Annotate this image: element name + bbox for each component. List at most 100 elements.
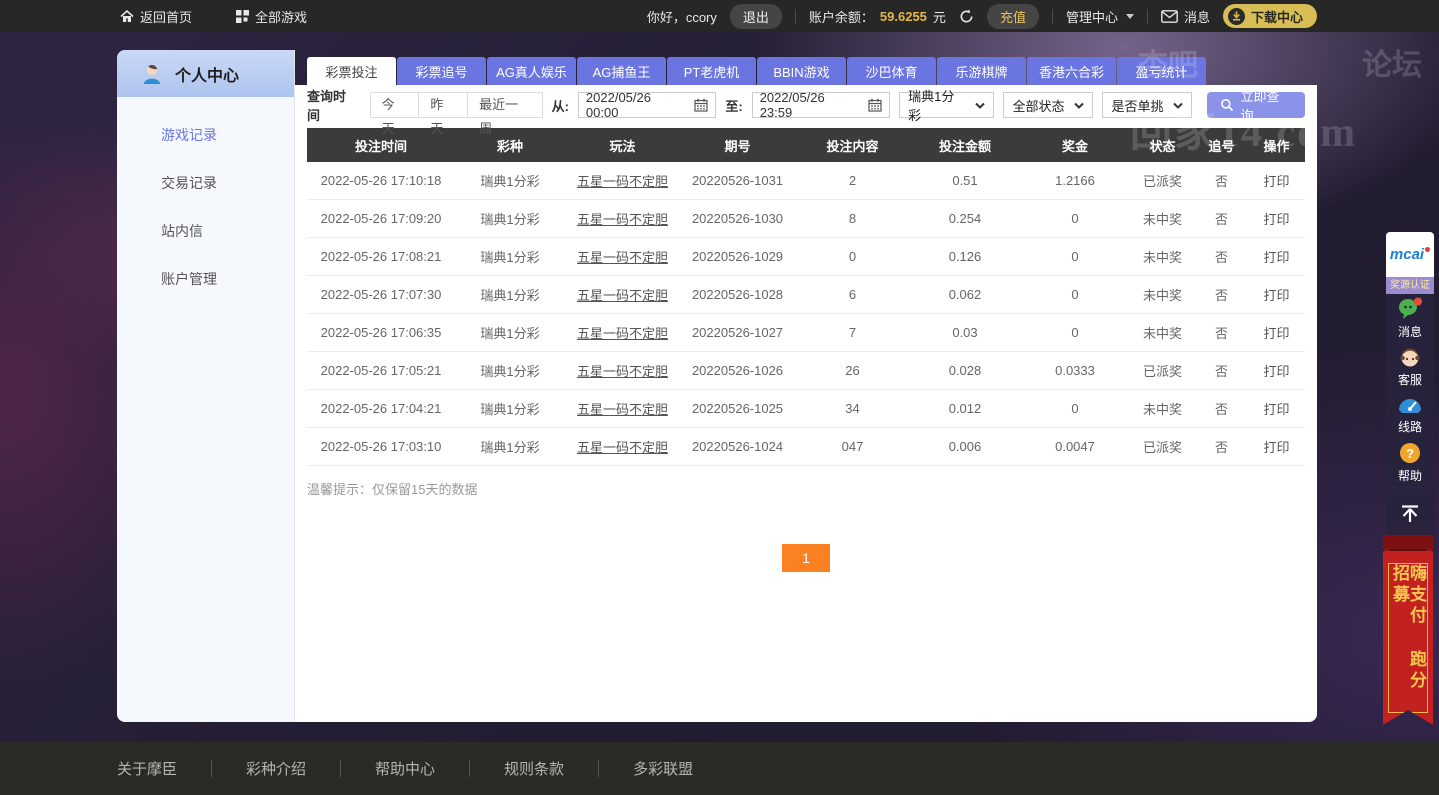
query-time-label: 查询时间	[307, 89, 347, 123]
play-link[interactable]: 五星一码不定胆	[577, 440, 668, 455]
float-item-label: 消息	[1397, 324, 1422, 339]
footer-link[interactable]: 帮助中心	[341, 758, 469, 779]
watermark-right: 论坛	[1362, 49, 1422, 82]
download-center-button[interactable]: 下载中心	[1222, 4, 1317, 28]
cell-amount: 0.51	[910, 162, 1020, 200]
recharge-button[interactable]: 充值	[986, 3, 1039, 29]
cell-play: 五星一码不定胆	[565, 427, 680, 466]
promo-banner[interactable]: 嗨支付 跑分招募	[1383, 535, 1433, 725]
envelope-icon	[1161, 9, 1178, 23]
tab-item[interactable]: 乐游棋牌	[937, 57, 1026, 85]
date-to-input[interactable]: 2022/05/26 23:59	[751, 90, 891, 120]
float-item-线路[interactable]: 线路	[1386, 390, 1434, 438]
sidebar-title: 个人中心	[175, 67, 240, 85]
quick-range-button[interactable]: 最近一周	[467, 92, 543, 136]
float-item-label: 线路	[1397, 419, 1422, 434]
float-item-客服[interactable]: 客服	[1386, 342, 1434, 390]
cell-bet-time: 2022-05-26 17:06:35	[307, 313, 455, 352]
tab-item[interactable]: PT老虎机	[667, 57, 756, 85]
footer-link[interactable]: 规则条款	[470, 758, 598, 779]
tab-item[interactable]: 沙巴体育	[847, 57, 936, 85]
footer-link[interactable]: 彩种介绍	[212, 758, 340, 779]
play-link[interactable]: 五星一码不定胆	[577, 326, 668, 341]
cell-status: 未中奖	[1130, 275, 1195, 314]
tab-item[interactable]: AG捕鱼王	[577, 57, 666, 85]
cell-chase: 否	[1195, 199, 1248, 238]
cell-status: 未中奖	[1130, 389, 1195, 428]
footer-link[interactable]: 关于摩臣	[117, 758, 211, 779]
play-link[interactable]: 五星一码不定胆	[577, 174, 668, 189]
grid-icon	[236, 9, 250, 23]
table-row: 2022-05-26 17:09:20 瑞典1分彩 五星一码不定胆 20220526-…	[307, 199, 1305, 238]
calendar-icon	[694, 98, 708, 112]
messages-link[interactable]: 消息	[1161, 7, 1210, 26]
float-item-帮助[interactable]: ? 帮助	[1386, 438, 1434, 486]
print-link[interactable]: 打印	[1263, 440, 1289, 455]
cert-logo[interactable]: mcai	[1386, 232, 1434, 277]
tab-item[interactable]: AG真人娱乐	[487, 57, 576, 85]
table-header-cell: 玩法	[565, 128, 680, 162]
tab-item[interactable]: BBIN游戏	[757, 57, 846, 85]
date-from-input[interactable]: 2022/05/26 00:00	[577, 90, 717, 120]
balance-group: 账户余额： 59.6255 元	[809, 7, 946, 26]
quick-range-button[interactable]: 昨天	[418, 92, 469, 136]
play-link[interactable]: 五星一码不定胆	[577, 250, 668, 265]
cell-prize: 0	[1020, 389, 1130, 428]
play-link[interactable]: 五星一码不定胆	[577, 212, 668, 227]
cell-chase: 否	[1195, 351, 1248, 390]
play-link[interactable]: 五星一码不定胆	[577, 288, 668, 303]
download-center-label: 下载中心	[1250, 9, 1303, 25]
play-link[interactable]: 五星一码不定胆	[577, 364, 668, 379]
float-item-消息[interactable]: 消息	[1386, 294, 1434, 342]
table-header-cell: 彩种	[455, 128, 565, 162]
print-link[interactable]: 打印	[1263, 212, 1289, 227]
cell-prize: 0	[1020, 275, 1130, 314]
back-to-top-button[interactable]	[1386, 490, 1434, 538]
filter-select[interactable]: 全部状态	[1003, 92, 1094, 118]
home-icon	[120, 9, 134, 23]
sidebar-item[interactable]: 账户管理	[117, 255, 294, 303]
print-link[interactable]: 打印	[1263, 364, 1289, 379]
filter-select[interactable]: 瑞典1分彩	[899, 89, 995, 123]
cell-status: 未中奖	[1130, 237, 1195, 276]
play-link[interactable]: 五星一码不定胆	[577, 402, 668, 417]
filter-select[interactable]: 是否单挑	[1102, 92, 1193, 118]
float-items: 消息客服线路 ? 帮助	[1386, 294, 1434, 486]
refresh-icon[interactable]	[959, 8, 974, 24]
quick-range-group: 今天 昨天 最近一周	[369, 92, 543, 136]
tab-item[interactable]: 彩票追号	[397, 57, 486, 85]
admin-center-menu[interactable]: 管理中心	[1066, 7, 1134, 26]
balance-unit: 元	[932, 9, 946, 25]
all-games-link[interactable]: 全部游戏	[236, 7, 307, 26]
tab-item[interactable]: 香港六合彩	[1027, 57, 1116, 85]
print-link[interactable]: 打印	[1263, 174, 1289, 189]
select-value: 全部状态	[1012, 98, 1065, 114]
page-button[interactable]: 1	[782, 544, 830, 572]
cell-content: 26	[795, 351, 910, 390]
home-link[interactable]: 返回首页	[120, 7, 192, 26]
cell-amount: 0.126	[910, 237, 1020, 276]
tab-item[interactable]: 盈亏统计	[1117, 57, 1206, 85]
print-link[interactable]: 打印	[1263, 250, 1289, 265]
cell-action: 打印	[1248, 313, 1305, 352]
cell-action: 打印	[1248, 389, 1305, 428]
logout-button[interactable]: 退出	[729, 3, 782, 29]
print-link[interactable]: 打印	[1263, 288, 1289, 303]
cell-lottery: 瑞典1分彩	[455, 389, 565, 428]
print-link[interactable]: 打印	[1263, 326, 1289, 341]
print-link[interactable]: 打印	[1263, 402, 1289, 417]
sidebar-item[interactable]: 站内信	[117, 207, 294, 255]
pagination: 1	[307, 544, 1305, 572]
table-header-cell: 投注内容	[795, 128, 910, 162]
cell-action: 打印	[1248, 162, 1305, 200]
search-button[interactable]: 立即查询	[1207, 89, 1305, 123]
footer-link[interactable]: 多彩联盟	[599, 758, 727, 779]
quick-range-button[interactable]: 今天	[369, 92, 420, 136]
tab-item[interactable]: 彩票投注	[307, 57, 396, 85]
sidebar-item[interactable]: 游戏记录	[117, 111, 294, 159]
sidebar-item[interactable]: 交易记录	[117, 159, 294, 207]
cell-lottery: 瑞典1分彩	[455, 313, 565, 352]
cell-status: 已派奖	[1130, 351, 1195, 390]
cell-issue: 20220526-1024	[680, 427, 795, 466]
cell-chase: 否	[1195, 275, 1248, 314]
